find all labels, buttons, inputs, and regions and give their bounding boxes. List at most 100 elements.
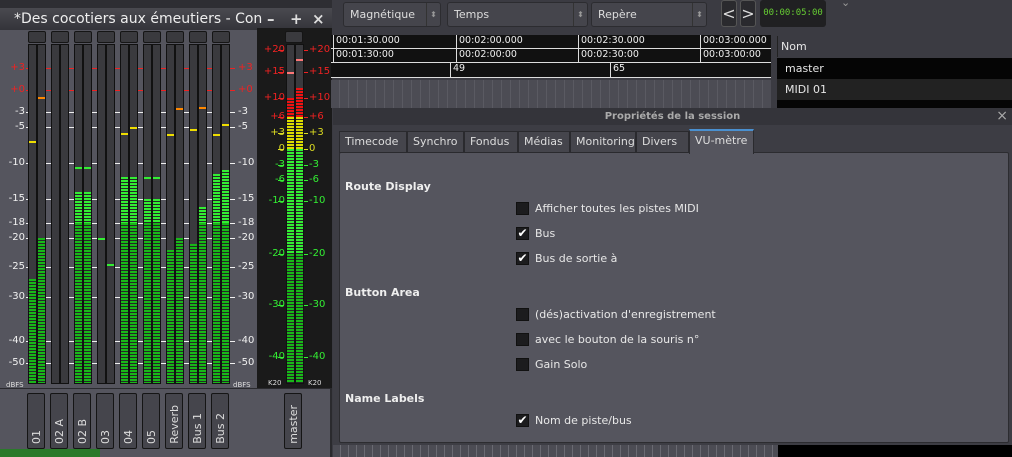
checkbox[interactable]: ✔ <box>516 227 529 240</box>
scale-tick <box>230 223 235 224</box>
checkbox[interactable]: ✔ <box>516 414 529 427</box>
checkbox-row[interactable]: ✔ Bus de sortie à <box>516 252 916 266</box>
tab-monitoring[interactable]: Monitoring <box>570 131 636 153</box>
strip-meter-point-button[interactable] <box>28 31 46 43</box>
checkbox[interactable] <box>516 308 529 321</box>
checkbox-row[interactable]: (dés)activation d'enregistrement <box>516 308 916 322</box>
ruler-label: 00:03:00:00 <box>700 49 761 62</box>
strip-meter-point-button[interactable] <box>74 31 92 43</box>
tab-vumtre[interactable]: VU-mètre <box>689 129 754 154</box>
scale-tick <box>278 201 284 202</box>
checkbox[interactable] <box>516 202 529 215</box>
prev-button[interactable]: < <box>721 0 737 27</box>
scale-tick <box>278 149 284 150</box>
strip-name-button[interactable]: 05 <box>142 393 160 449</box>
section-heading: Name Labels <box>345 392 425 405</box>
list-item[interactable] <box>777 100 1012 108</box>
checkbox-row[interactable]: ✔ Bus <box>516 227 916 241</box>
timeline-strip <box>333 445 778 457</box>
strip-meter-point-button[interactable] <box>189 31 207 43</box>
list-item[interactable]: master <box>777 58 1012 79</box>
strip-name: 03 <box>98 430 112 444</box>
strip-name-button[interactable]: Bus 2 <box>211 393 229 449</box>
checkbox-label: Bus de sortie à <box>535 252 618 265</box>
tab-divers[interactable]: Divers <box>636 131 689 153</box>
strip-name: 02 B <box>75 418 89 444</box>
tab-mdias[interactable]: Médias <box>518 131 570 153</box>
strip-meter-point-button[interactable] <box>166 31 184 43</box>
checkbox-label: avec le bouton de la souris n° <box>535 333 700 346</box>
checkbox[interactable]: ✔ <box>516 252 529 265</box>
scale-tick <box>230 199 235 200</box>
bars-ruler[interactable]: 49 65 <box>331 63 771 78</box>
list-item[interactable]: MIDI 01 <box>777 79 1012 100</box>
nudge-clock[interactable]: 00:00:05:00 <box>760 0 826 27</box>
minsec-ruler[interactable]: 00:01:30:00 00:02:00:00 00:02:30:00 00:0… <box>331 49 771 63</box>
tab-fondus[interactable]: Fondus <box>464 131 518 153</box>
peak-hold-marker <box>29 141 36 144</box>
strip-meter-point-button[interactable] <box>97 31 115 43</box>
scale-tick <box>278 357 284 358</box>
strip-name-button[interactable]: Reverb <box>165 393 183 449</box>
strip-meter-point-button[interactable] <box>51 31 69 43</box>
scale-label: -30 <box>309 299 326 310</box>
scale-tick <box>230 90 235 91</box>
tab-timecode[interactable]: Timecode <box>339 131 407 153</box>
strip-name-button[interactable]: 01 <box>27 393 45 449</box>
timeline-ruler[interactable]: 00:01:30.000 00:02:00.000 00:02:30.000 0… <box>331 35 771 78</box>
strip-name: Reverb <box>167 405 181 444</box>
meter-fill <box>287 117 294 149</box>
next-button[interactable]: > <box>740 0 756 27</box>
meter-fill <box>199 207 206 223</box>
master-meter-point-button[interactable] <box>285 31 303 43</box>
chevron-down-icon[interactable]: ⌄ <box>841 0 850 9</box>
checkbox[interactable] <box>516 358 529 371</box>
tab-synchro[interactable]: Synchro <box>407 131 464 153</box>
updown-icon: ⬍ <box>573 3 587 26</box>
track-canvas[interactable] <box>331 80 771 108</box>
scale-label: +3 <box>309 127 324 138</box>
master-name-button[interactable]: master <box>284 393 302 449</box>
tracks-list: Nom master MIDI 01 <box>777 36 1012 108</box>
peak-hold-marker <box>213 134 220 137</box>
strip-name-button[interactable]: 02 B <box>73 393 91 449</box>
checkbox-row[interactable]: avec le bouton de la souris n° <box>516 333 916 347</box>
list-header[interactable]: Nom <box>777 36 1012 57</box>
level-meter <box>166 44 175 384</box>
strip-name-button[interactable]: Bus 1 <box>188 393 206 449</box>
ruler-label: 00:02:30:00 <box>578 49 639 62</box>
strip-meter-point-button[interactable] <box>120 31 138 43</box>
meter-fill <box>153 223 160 383</box>
vu-meter-page: Route Display Afficher toutes les pistes … <box>339 152 1009 443</box>
meter-fill <box>167 249 174 383</box>
strip-name-button[interactable]: 02 A <box>50 393 68 449</box>
scale-label: -3 <box>238 106 248 117</box>
scale-label: +0 <box>238 84 253 95</box>
checkbox-row[interactable]: Gain Solo <box>516 358 916 372</box>
checkbox-label: Afficher toutes les pistes MIDI <box>535 202 699 215</box>
timecode-ruler[interactable]: 00:01:30.000 00:02:00.000 00:02:30.000 0… <box>331 35 771 49</box>
scale-tick <box>230 163 235 164</box>
scale-label: 0 <box>309 143 316 154</box>
checkbox-label: (dés)activation d'enregistrement <box>535 308 716 321</box>
scale-label: -50 <box>8 357 25 368</box>
scale-tick <box>278 180 284 181</box>
level-meter <box>120 44 129 384</box>
mode-dropdown[interactable]: Temps ⬍ <box>447 2 588 27</box>
strip-name-button[interactable]: 04 <box>119 393 137 449</box>
scale-tick <box>230 112 235 113</box>
checkbox-row[interactable]: ✔ Nom de piste/bus <box>516 414 916 428</box>
checkbox-row[interactable]: Afficher toutes les pistes MIDI <box>516 202 916 216</box>
snap-dropdown[interactable]: Magnétique ⬍ <box>343 2 441 27</box>
checkbox[interactable] <box>516 333 529 346</box>
strip-name-button[interactable]: 03 <box>96 393 114 449</box>
scale-label: -5 <box>15 121 25 132</box>
scale-label: -5 <box>238 121 248 132</box>
strip-meter-point-button[interactable] <box>143 31 161 43</box>
strip-meter-point-button[interactable] <box>212 31 230 43</box>
meter-fill <box>130 223 137 383</box>
dialog-close-button[interactable]: × <box>996 108 1008 124</box>
meter-fill <box>222 223 229 383</box>
marker-dropdown[interactable]: Repère ⬍ <box>591 2 707 27</box>
meter-fill <box>153 199 160 223</box>
